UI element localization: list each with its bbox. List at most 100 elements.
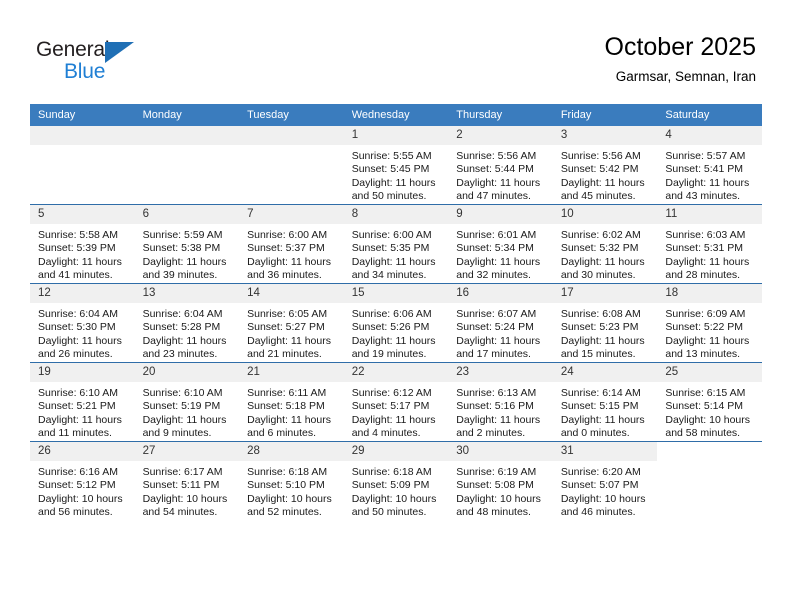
daylight-text-line2: and 4 minutes. [351, 427, 421, 440]
calendar-day-cell[interactable]: 3 Sunrise: 5:56 AM Sunset: 5:42 PM Daylight… [552, 126, 658, 205]
day-sun-info: Sunrise: 6:20 AM Sunset: 5:07 PM Daylight:… [553, 461, 658, 520]
day-number: 11 [657, 205, 762, 224]
calendar-page: General Blue October 2025 Garmsar, Semna… [0, 0, 792, 612]
calendar-day-cell[interactable]: 9 Sunrise: 6:01 AM Sunset: 5:34 PM Daylight… [448, 204, 553, 284]
calendar-day-cell[interactable]: 13 Sunrise: 6:04 AM Sunset: 5:28 PM Dayligh… [134, 283, 240, 363]
logo-text-general: General [36, 38, 110, 61]
calendar-day-cell[interactable]: 12 Sunrise: 6:04 AM Sunset: 5:30 PM Dayligh… [30, 283, 135, 363]
sunrise-text: Sunrise: 6:20 AM [560, 466, 641, 478]
calendar-day-cell[interactable] [30, 126, 135, 205]
sunrise-text: Sunrise: 5:56 AM [456, 150, 537, 162]
calendar-body: 1 Sunrise: 5:55 AM Sunset: 5:45 PM Daylight… [30, 126, 762, 520]
calendar-day-cell[interactable]: 4 Sunrise: 5:57 AM Sunset: 5:41 PM Daylight… [657, 126, 762, 205]
calendar-day-cell[interactable]: 20 Sunrise: 6:10 AM Sunset: 5:19 PM Dayligh… [134, 362, 240, 442]
sunrise-text: Sunrise: 5:59 AM [142, 229, 223, 241]
daylight-text-line1: Daylight: 11 hours [456, 413, 541, 426]
calendar-day-cell[interactable]: 2 Sunrise: 5:56 AM Sunset: 5:44 PM Daylight… [448, 126, 553, 205]
day-sun-info: Sunrise: 6:04 AM Sunset: 5:30 PM Daylight:… [30, 303, 135, 362]
daylight-text-line1: Daylight: 10 hours [38, 492, 123, 505]
calendar-day-cell[interactable]: 1 Sunrise: 5:55 AM Sunset: 5:45 PM Daylight… [343, 126, 449, 205]
daylight-text-line1: Daylight: 10 hours [665, 413, 751, 426]
calendar-week-row: 12 Sunrise: 6:04 AM Sunset: 5:30 PM Dayligh… [30, 283, 762, 363]
calendar-day-cell[interactable] [239, 126, 344, 205]
day-sun-info: Sunrise: 6:00 AM Sunset: 5:35 PM Daylight:… [344, 224, 449, 283]
sunrise-text: Sunrise: 6:04 AM [38, 308, 118, 320]
day-number: 9 [448, 205, 553, 224]
calendar-day-cell[interactable]: 28 Sunrise: 6:18 AM Sunset: 5:10 PM Dayligh… [239, 441, 344, 520]
weekday-header-thursday: Thursday [448, 104, 553, 126]
calendar-day-cell[interactable]: 29 Sunrise: 6:18 AM Sunset: 5:09 PM Dayligh… [343, 441, 449, 520]
sunrise-text: Sunrise: 6:18 AM [247, 466, 328, 478]
day-sun-info: Sunrise: 6:16 AM Sunset: 5:12 PM Daylight:… [30, 461, 135, 520]
day-number: 8 [343, 205, 449, 224]
day-sun-info: Sunrise: 6:05 AM Sunset: 5:27 PM Daylight:… [239, 303, 344, 362]
daylight-text-line2: and 47 minutes. [456, 190, 531, 203]
weekday-header-friday: Friday [552, 104, 658, 126]
weekday-header-monday: Monday [134, 104, 240, 126]
sunset-text: Sunset: 5:09 PM [351, 479, 430, 492]
sunset-text: Sunset: 5:42 PM [560, 163, 639, 176]
day-sun-info: Sunrise: 6:04 AM Sunset: 5:28 PM Daylight:… [135, 303, 240, 362]
day-sun-info: Sunrise: 6:00 AM Sunset: 5:37 PM Daylight:… [239, 224, 344, 283]
calendar-day-cell[interactable]: 18 Sunrise: 6:09 AM Sunset: 5:22 PM Dayligh… [657, 283, 762, 363]
calendar-day-cell[interactable] [134, 126, 240, 205]
sunrise-text: Sunrise: 6:18 AM [351, 466, 432, 478]
day-sun-info: Sunrise: 5:56 AM Sunset: 5:42 PM Daylight:… [553, 145, 658, 204]
calendar-day-cell[interactable]: 16 Sunrise: 6:07 AM Sunset: 5:24 PM Dayligh… [448, 283, 553, 363]
daylight-text-line2: and 32 minutes. [456, 269, 531, 282]
calendar-day-cell[interactable]: 8 Sunrise: 6:00 AM Sunset: 5:35 PM Daylight… [343, 204, 449, 284]
daylight-text-line2: and 19 minutes. [351, 348, 427, 361]
calendar-day-cell[interactable]: 25 Sunrise: 6:15 AM Sunset: 5:14 PM Dayligh… [657, 362, 762, 442]
sunrise-text: Sunrise: 6:10 AM [142, 387, 223, 399]
day-number: 17 [552, 284, 658, 303]
sunrise-text: Sunrise: 6:05 AM [247, 308, 328, 320]
calendar-day-cell[interactable]: 19 Sunrise: 6:10 AM Sunset: 5:21 PM Dayligh… [30, 362, 135, 442]
calendar-day-cell[interactable]: 22 Sunrise: 6:12 AM Sunset: 5:17 PM Dayligh… [343, 362, 449, 442]
sunrise-text: Sunrise: 5:58 AM [38, 229, 118, 241]
day-number: 19 [30, 363, 135, 382]
calendar-day-cell[interactable]: 31 Sunrise: 6:20 AM Sunset: 5:07 PM Dayligh… [552, 441, 658, 520]
calendar-day-cell[interactable]: 27 Sunrise: 6:17 AM Sunset: 5:11 PM Dayligh… [134, 441, 240, 520]
daylight-text-line1: Daylight: 11 hours [247, 413, 331, 426]
daylight-text-line2: and 50 minutes. [351, 190, 427, 203]
calendar-day-cell[interactable]: 7 Sunrise: 6:00 AM Sunset: 5:37 PM Daylight… [239, 204, 344, 284]
daylight-text-line1: Daylight: 11 hours [456, 176, 541, 189]
day-number: 13 [134, 284, 240, 303]
day-number: 25 [657, 363, 762, 382]
calendar-day-cell[interactable]: 11 Sunrise: 6:03 AM Sunset: 5:31 PM Dayligh… [657, 204, 762, 284]
sunset-text: Sunset: 5:39 PM [38, 242, 116, 255]
sunrise-text: Sunrise: 6:11 AM [247, 387, 327, 399]
daylight-text-line1: Daylight: 10 hours [560, 492, 646, 505]
calendar-day-cell[interactable]: 23 Sunrise: 6:13 AM Sunset: 5:16 PM Dayligh… [448, 362, 553, 442]
calendar-day-cell[interactable]: 6 Sunrise: 5:59 AM Sunset: 5:38 PM Daylight… [134, 204, 240, 284]
day-number: 3 [552, 126, 658, 145]
calendar-day-cell[interactable]: 24 Sunrise: 6:14 AM Sunset: 5:15 PM Dayligh… [552, 362, 658, 442]
day-number: 22 [343, 363, 449, 382]
daylight-text-line1: Daylight: 10 hours [456, 492, 541, 505]
calendar-day-cell[interactable]: 10 Sunrise: 6:02 AM Sunset: 5:32 PM Dayligh… [552, 204, 658, 284]
daylight-text-line2: and 0 minutes. [560, 427, 630, 440]
calendar-day-cell[interactable]: 26 Sunrise: 6:16 AM Sunset: 5:12 PM Dayligh… [30, 441, 135, 520]
day-number: 2 [448, 126, 553, 145]
calendar-day-cell[interactable] [657, 441, 762, 520]
calendar-day-cell[interactable]: 17 Sunrise: 6:08 AM Sunset: 5:23 PM Dayligh… [552, 283, 658, 363]
sunrise-text: Sunrise: 6:02 AM [560, 229, 641, 241]
calendar-day-cell[interactable]: 30 Sunrise: 6:19 AM Sunset: 5:08 PM Dayligh… [448, 441, 553, 520]
daylight-text-line2: and 52 minutes. [247, 506, 322, 519]
sunrise-text: Sunrise: 6:10 AM [38, 387, 118, 399]
calendar-day-cell[interactable]: 5 Sunrise: 5:58 AM Sunset: 5:39 PM Daylight… [30, 204, 135, 284]
day-sun-info: Sunrise: 6:07 AM Sunset: 5:24 PM Daylight:… [448, 303, 553, 362]
daylight-text-line1: Daylight: 11 hours [560, 255, 645, 268]
calendar-day-cell[interactable]: 21 Sunrise: 6:11 AM Sunset: 5:18 PM Dayligh… [239, 362, 344, 442]
day-number: 21 [239, 363, 344, 382]
daylight-text-line2: and 39 minutes. [142, 269, 218, 282]
calendar-day-cell[interactable]: 14 Sunrise: 6:05 AM Sunset: 5:27 PM Dayligh… [239, 283, 344, 363]
daylight-text-line1: Daylight: 11 hours [560, 413, 645, 426]
sunrise-text: Sunrise: 6:08 AM [560, 308, 641, 320]
daylight-text-line1: Daylight: 11 hours [38, 255, 122, 268]
daylight-text-line2: and 15 minutes. [560, 348, 636, 361]
sunrise-text: Sunrise: 6:15 AM [665, 387, 746, 399]
calendar-day-cell[interactable]: 15 Sunrise: 6:06 AM Sunset: 5:26 PM Dayligh… [343, 283, 449, 363]
daylight-text-line1: Daylight: 10 hours [142, 492, 228, 505]
day-number: 1 [343, 126, 449, 145]
